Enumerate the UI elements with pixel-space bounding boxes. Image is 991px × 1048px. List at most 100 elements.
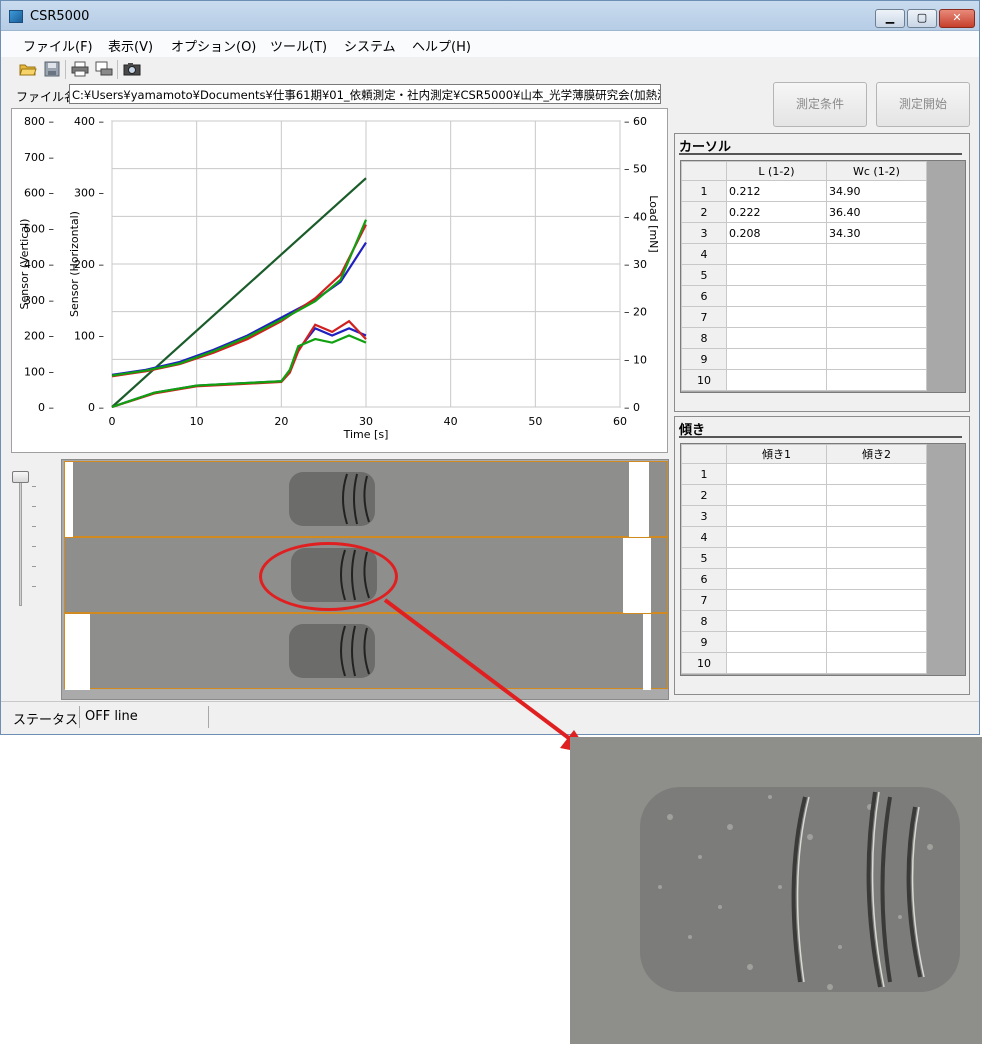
menu-view[interactable]: 表示(V) — [108, 36, 153, 55]
table-cell[interactable] — [826, 547, 927, 569]
table-cell[interactable] — [826, 589, 927, 611]
table-row[interactable]: 1 — [681, 463, 927, 485]
table-cell[interactable]: 0.212 — [726, 180, 827, 202]
measurement-conditions-button[interactable]: 測定条件 — [773, 82, 867, 127]
table-cell[interactable]: 34.90 — [826, 180, 927, 202]
table-row[interactable]: 7 — [681, 589, 927, 611]
table-cell[interactable] — [726, 463, 827, 485]
column-header[interactable]: L (1-2) — [726, 161, 827, 181]
toolbar-separator — [65, 60, 66, 79]
table-cell[interactable] — [826, 348, 927, 370]
column-header[interactable]: 傾き2 — [826, 444, 927, 464]
table-cell[interactable] — [726, 348, 827, 370]
table-cell[interactable]: 36.40 — [826, 201, 927, 223]
table-cell[interactable] — [826, 631, 927, 653]
y-right-tick-label: – 30 — [624, 258, 647, 271]
table-cell[interactable] — [726, 547, 827, 569]
panel-divider — [679, 436, 962, 438]
table-cell[interactable] — [726, 243, 827, 265]
table-cell[interactable] — [826, 306, 927, 328]
cursor-grid[interactable]: L (1-2) Wc (1-2) 1 0.212 34.90 2 0.222 36.40 3… — [680, 160, 966, 393]
table-row[interactable]: 5 — [681, 264, 927, 286]
menu-file[interactable]: ファイル(F) — [23, 36, 93, 55]
menu-options[interactable]: オプション(O) — [171, 36, 256, 55]
cursor-panel: カーソル L (1-2) Wc (1-2) 1 0.212 34.90 2 0.222 3… — [674, 133, 970, 412]
column-header[interactable]: 傾き1 — [726, 444, 827, 464]
table-cell[interactable] — [726, 589, 827, 611]
table-row[interactable]: 2 0.222 36.40 — [681, 201, 927, 223]
table-row[interactable]: 9 — [681, 631, 927, 653]
table-row[interactable]: 10 — [681, 369, 927, 391]
table-row[interactable]: 1 0.212 34.90 — [681, 180, 927, 202]
table-cell[interactable] — [726, 306, 827, 328]
table-row[interactable]: 6 — [681, 568, 927, 590]
table-cell[interactable] — [726, 369, 827, 391]
table-row[interactable]: 7 — [681, 306, 927, 328]
menu-help[interactable]: ヘルプ(H) — [412, 36, 471, 55]
maximize-button[interactable]: ▢ — [907, 9, 937, 28]
x-tick-label: 20 — [274, 415, 288, 428]
save-icon[interactable] — [43, 61, 61, 77]
table-row[interactable]: 9 — [681, 348, 927, 370]
table-row[interactable]: 4 — [681, 243, 927, 265]
print-icon[interactable] — [71, 61, 89, 77]
scratch-track-image — [289, 624, 375, 678]
table-cell[interactable] — [726, 484, 827, 506]
table-cell[interactable] — [726, 505, 827, 527]
start-measurement-button[interactable]: 測定開始 — [876, 82, 970, 127]
table-cell[interactable] — [826, 610, 927, 632]
image-slider-thumb[interactable] — [12, 471, 29, 483]
table-row[interactable]: 6 — [681, 285, 927, 307]
image-slider-track[interactable] — [19, 476, 22, 606]
table-cell[interactable]: 0.222 — [726, 201, 827, 223]
table-row[interactable]: 2 — [681, 484, 927, 506]
table-cell[interactable] — [726, 327, 827, 349]
table-cell[interactable] — [726, 264, 827, 286]
table-cell[interactable] — [826, 505, 927, 527]
table-row[interactable]: 4 — [681, 526, 927, 548]
table-cell[interactable] — [826, 369, 927, 391]
table-cell[interactable]: 0.208 — [726, 222, 827, 244]
y-right-tick-label: – 60 — [624, 115, 647, 128]
table-row[interactable]: 10 — [681, 652, 927, 674]
menu-tools[interactable]: ツール(T) — [270, 36, 327, 55]
strip-margin — [643, 614, 651, 690]
minimize-button[interactable]: ▁ — [875, 9, 905, 28]
table-cell[interactable] — [726, 526, 827, 548]
camera-icon[interactable] — [123, 61, 141, 77]
table-cell[interactable] — [826, 285, 927, 307]
row-number: 6 — [681, 568, 727, 590]
table-cell[interactable] — [826, 327, 927, 349]
toolbar-separator — [117, 60, 118, 79]
table-row[interactable]: 8 — [681, 327, 927, 349]
print-preview-icon[interactable] — [95, 61, 113, 77]
table-cell[interactable] — [726, 631, 827, 653]
table-cell[interactable]: 34.30 — [826, 222, 927, 244]
table-cell[interactable] — [826, 463, 927, 485]
table-cell[interactable] — [726, 610, 827, 632]
table-cell[interactable] — [726, 568, 827, 590]
open-folder-icon[interactable] — [19, 61, 37, 77]
table-cell[interactable] — [826, 243, 927, 265]
table-cell[interactable] — [826, 652, 927, 674]
table-row[interactable]: 8 — [681, 610, 927, 632]
table-cell[interactable] — [826, 568, 927, 590]
table-cell[interactable] — [826, 264, 927, 286]
title-bar[interactable]: CSR5000 ▁ ▢ ✕ — [1, 1, 979, 31]
menu-system[interactable]: システム — [344, 36, 396, 55]
slope-grid[interactable]: 傾き1 傾き2 1 2 3 4 5 6 7 8 9 10 — [680, 443, 966, 676]
table-cell[interactable] — [826, 526, 927, 548]
scratch-image-strip[interactable] — [64, 461, 668, 538]
close-button[interactable]: ✕ — [939, 9, 975, 28]
table-cell[interactable] — [826, 484, 927, 506]
table-row[interactable]: 3 — [681, 505, 927, 527]
table-row[interactable]: 5 — [681, 547, 927, 569]
table-cell[interactable] — [726, 652, 827, 674]
row-number: 8 — [681, 327, 727, 349]
table-cell[interactable] — [726, 285, 827, 307]
y-outer-axis-label: Sensor (Vertical) — [18, 219, 31, 310]
scratch-image-strip[interactable] — [64, 613, 668, 690]
column-header[interactable]: Wc (1-2) — [826, 161, 927, 181]
file-path-field[interactable]: C:¥Users¥yamamoto¥Documents¥仕事61期¥01_依頼測… — [69, 84, 661, 104]
table-row[interactable]: 3 0.208 34.30 — [681, 222, 927, 244]
